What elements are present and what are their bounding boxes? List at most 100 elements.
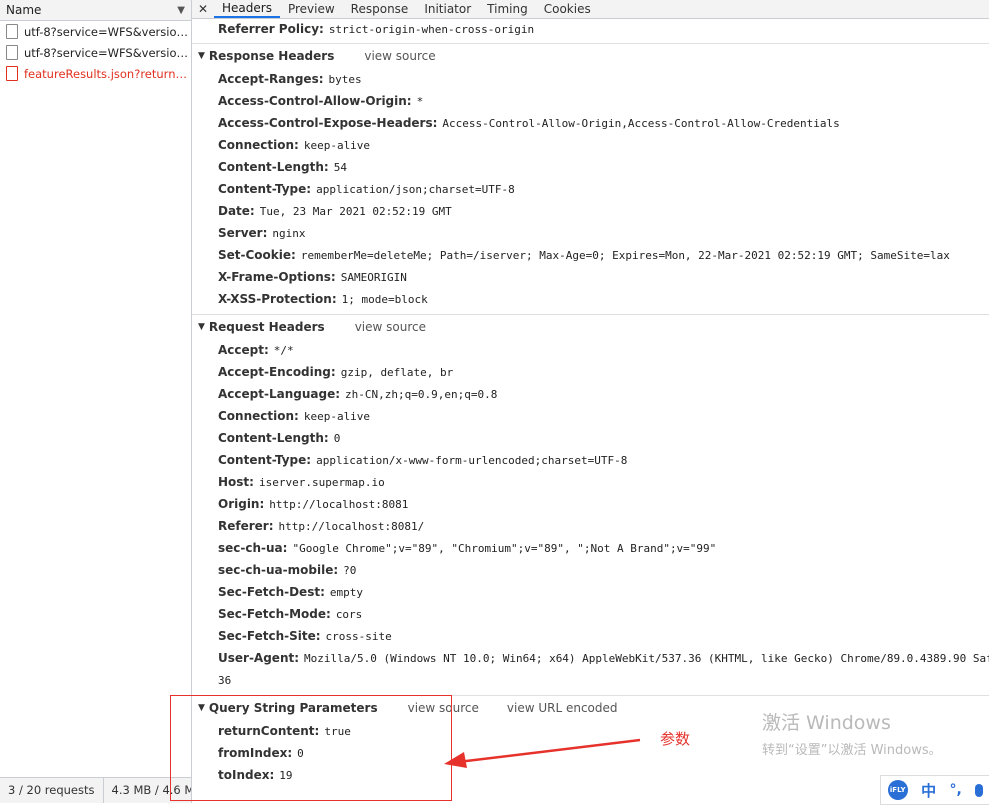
tab-initiator[interactable]: Initiator [416, 1, 479, 18]
microphone-icon[interactable] [975, 783, 984, 797]
request-row[interactable]: utf-8?service=WFS&version=... [0, 21, 191, 42]
response-header-row: X-Frame-Options: SAMEORIGIN [192, 266, 989, 288]
response-headers-section[interactable]: ▼ Response Headers view source [192, 44, 989, 68]
header-key: Referer: [218, 519, 274, 533]
request-header-row: Connection: keep-alive [192, 405, 989, 427]
tab-timing[interactable]: Timing [479, 1, 536, 18]
header-key: Access-Control-Allow-Origin: [218, 94, 412, 108]
collapse-triangle-icon[interactable]: ▼ [198, 44, 205, 68]
header-value: Tue, 23 Mar 2021 02:52:19 GMT [259, 205, 452, 218]
header-value: strict-origin-when-cross-origin [328, 23, 535, 36]
request-count: 3 / 20 requests [0, 778, 104, 803]
view-source-link[interactable]: view source [364, 44, 435, 68]
header-value: bytes [328, 73, 362, 86]
document-icon [6, 24, 18, 39]
tab-headers[interactable]: Headers [214, 1, 280, 18]
close-icon[interactable]: ✕ [192, 0, 214, 18]
windows-activation-watermark: 激活 Windows 转到“设置”以激活 Windows。 [762, 708, 942, 758]
header-key: X-XSS-Protection: [218, 292, 337, 306]
request-header-row: Content-Type: application/x-www-form-urle… [192, 449, 989, 471]
header-row: Referrer Policy: strict-origin-when-cross… [192, 19, 989, 39]
header-value: iserver.supermap.io [258, 476, 385, 489]
header-value: 0 [333, 432, 341, 445]
name-column-label: Name [6, 3, 42, 17]
header-key: sec-ch-ua-mobile: [218, 563, 339, 577]
header-value: zh-CN,zh;q=0.9,en;q=0.8 [345, 388, 498, 401]
detail-tab-bar: ✕ Headers Preview Response Initiator Tim… [192, 0, 989, 19]
status-bar: 3 / 20 requests 4.3 MB / 4.6 MB [0, 777, 191, 803]
sort-down-icon[interactable]: ▼ [177, 5, 185, 16]
document-icon [6, 45, 18, 60]
response-header-row: Access-Control-Allow-Origin: * [192, 90, 989, 112]
response-header-row: Server: nginx [192, 222, 989, 244]
request-name: utf-8?service=WFS&version=... [24, 24, 189, 39]
request-header-row: Referer: http://localhost:8081/ [192, 515, 989, 537]
header-key: Accept-Encoding: [218, 365, 336, 379]
header-value: 1; mode=block [341, 293, 428, 306]
header-key: sec-ch-ua: [218, 541, 288, 555]
header-value: * [416, 95, 424, 108]
header-key: X-Frame-Options: [218, 270, 336, 284]
ime-punctuation-toggle[interactable]: °, [950, 782, 962, 798]
header-value: cors [335, 608, 363, 621]
request-headers-list: Accept: */* Accept-Encoding: gzip, deflate,… [192, 339, 989, 691]
request-header-row: Sec-Fetch-Site: cross-site [192, 625, 989, 647]
header-key: Accept: [218, 343, 269, 357]
request-header-row: Accept-Encoding: gzip, deflate, br [192, 361, 989, 383]
request-row[interactable]: utf-8?service=WFS&version=... [0, 42, 191, 63]
tab-response[interactable]: Response [343, 1, 417, 18]
header-key: Server: [218, 226, 268, 240]
header-key: Content-Type: [218, 453, 312, 467]
header-key: Content-Type: [218, 182, 312, 196]
annotation-label: 参数 [660, 730, 691, 748]
ifly-logo-icon[interactable]: iFLY [887, 780, 908, 800]
header-value: cross-site [325, 630, 392, 643]
header-value: keep-alive [303, 139, 371, 152]
header-value: "Google Chrome";v="89", "Chromium";v="89… [292, 542, 717, 555]
request-header-row: Sec-Fetch-Mode: cors [192, 603, 989, 625]
header-value: */* [273, 344, 294, 357]
request-header-row: Sec-Fetch-Dest: empty [192, 581, 989, 603]
request-header-row: sec-ch-ua: "Google Chrome";v="89", "Chrom… [192, 537, 989, 559]
annotation-box [170, 695, 452, 801]
section-title: Request Headers [208, 320, 325, 334]
view-url-encoded-link[interactable]: view URL encoded [507, 696, 618, 720]
tab-preview[interactable]: Preview [280, 1, 343, 18]
request-header-row: Origin: http://localhost:8081 [192, 493, 989, 515]
header-key: Date: [218, 204, 255, 218]
response-header-row: X-XSS-Protection: 1; mode=block [192, 288, 989, 310]
header-key: Connection: [218, 409, 299, 423]
header-value: nginx [272, 227, 306, 240]
ime-toolbar[interactable]: iFLY 中 °, [880, 775, 989, 805]
response-header-row: Date: Tue, 23 Mar 2021 02:52:19 GMT [192, 200, 989, 222]
tab-cookies[interactable]: Cookies [536, 1, 599, 18]
header-value: empty [329, 586, 363, 599]
view-source-link[interactable]: view source [355, 315, 426, 339]
request-row-selected[interactable]: featureResults.json?returnCo... [0, 63, 191, 84]
header-key: Set-Cookie: [218, 248, 296, 262]
header-key: Origin: [218, 497, 265, 511]
header-value: http://localhost:8081/ [278, 520, 425, 533]
request-headers-section[interactable]: ▼ Request Headers view source [192, 315, 989, 339]
header-key: Accept-Language: [218, 387, 341, 401]
response-header-row: Access-Control-Expose-Headers: Access-Con… [192, 112, 989, 134]
header-value: http://localhost:8081 [269, 498, 409, 511]
header-value: Access-Control-Allow-Origin,Access-Contr… [442, 117, 840, 130]
header-key: Connection: [218, 138, 299, 152]
request-header-row: Accept-Language: zh-CN,zh;q=0.9,en;q=0.8 [192, 383, 989, 405]
header-value: application/json;charset=UTF-8 [316, 183, 515, 196]
request-header-row: Host: iserver.supermap.io [192, 471, 989, 493]
collapse-triangle-icon[interactable]: ▼ [198, 315, 205, 339]
section-title: Response Headers [208, 49, 335, 63]
header-key: Content-Length: [218, 431, 329, 445]
name-column-header[interactable]: Name ▼ [0, 0, 191, 21]
ime-language-toggle[interactable]: 中 [921, 780, 936, 801]
request-list-panel: Name ▼ utf-8?service=WFS&version=... utf… [0, 0, 192, 803]
response-header-row: Set-Cookie: rememberMe=deleteMe; Path=/is… [192, 244, 989, 266]
header-value: gzip, deflate, br [340, 366, 454, 379]
document-icon [6, 66, 18, 81]
header-key: Referrer Policy: [218, 22, 324, 36]
header-value: 54 [333, 161, 347, 174]
request-header-row: sec-ch-ua-mobile: ?0 [192, 559, 989, 581]
request-header-row: Accept: */* [192, 339, 989, 361]
